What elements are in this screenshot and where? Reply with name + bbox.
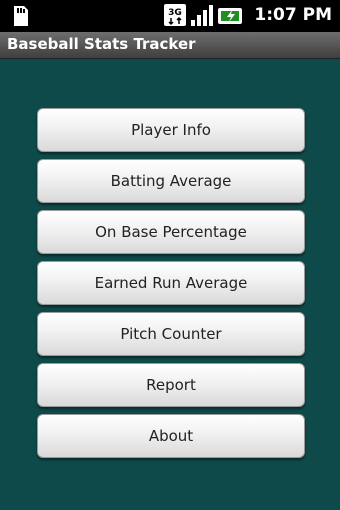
player-info-button[interactable]: Player Info xyxy=(37,108,305,152)
pitch-counter-button[interactable]: Pitch Counter xyxy=(37,312,305,356)
report-button[interactable]: Report xyxy=(37,363,305,407)
status-bar: 3G 1:07 PM xyxy=(0,0,340,32)
main-content: Player Info Batting Average On Base Perc… xyxy=(0,59,340,510)
app-title: Baseball Stats Tracker xyxy=(7,35,196,53)
network-3g-icon: 3G xyxy=(164,4,186,26)
battery-charging-icon xyxy=(218,8,242,24)
status-time: 1:07 PM xyxy=(254,5,332,25)
app-title-bar: Baseball Stats Tracker xyxy=(0,32,340,59)
main-menu: Player Info Batting Average On Base Perc… xyxy=(37,108,305,458)
earned-run-average-button[interactable]: Earned Run Average xyxy=(37,261,305,305)
about-button[interactable]: About xyxy=(37,414,305,458)
network-badge-text: 3G xyxy=(168,8,182,18)
batting-average-button[interactable]: Batting Average xyxy=(37,159,305,203)
sd-card-icon xyxy=(14,6,28,26)
signal-strength-icon xyxy=(191,5,213,26)
on-base-percentage-button[interactable]: On Base Percentage xyxy=(37,210,305,254)
status-icons: 3G xyxy=(164,4,244,26)
